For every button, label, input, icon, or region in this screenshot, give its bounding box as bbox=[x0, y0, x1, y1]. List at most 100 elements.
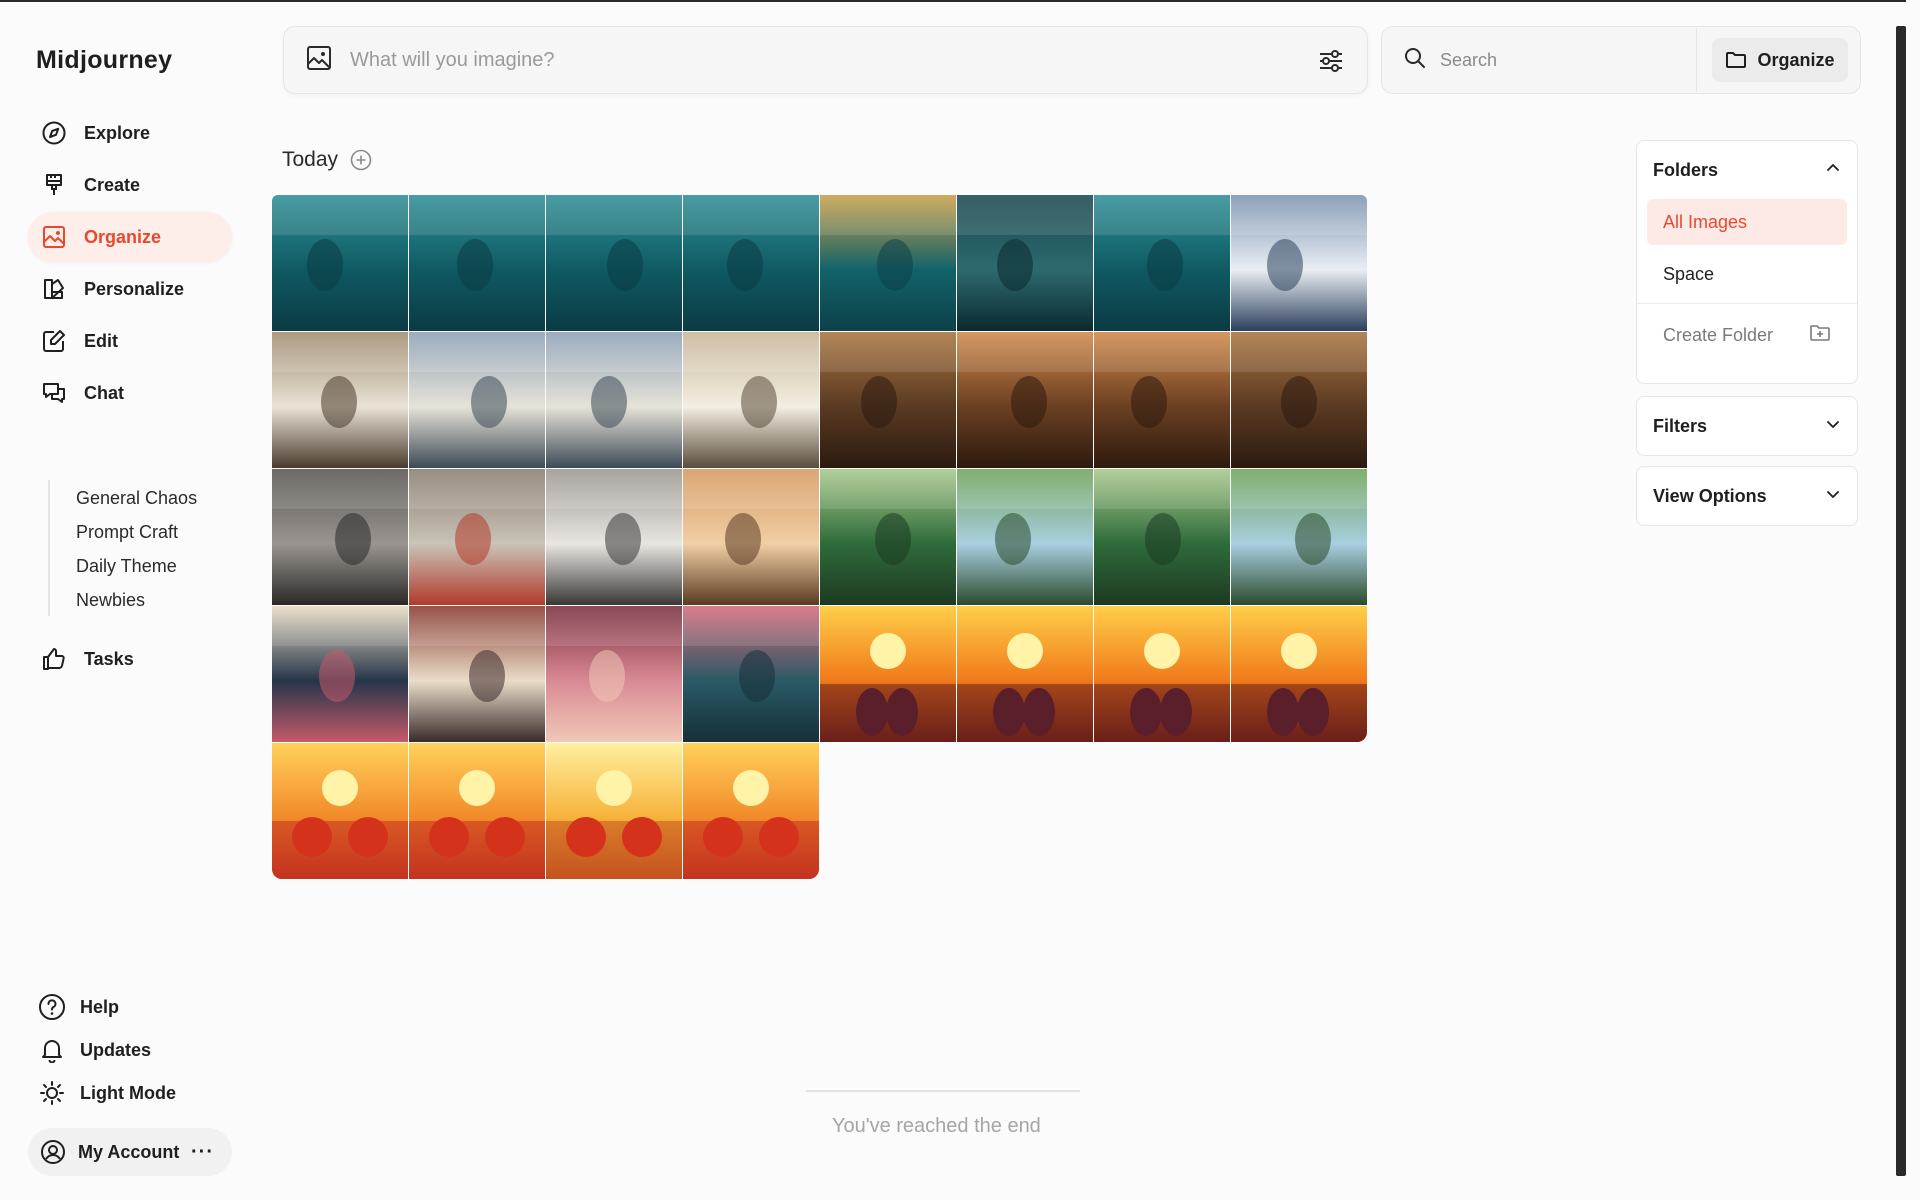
chevron-down-icon[interactable] bbox=[1825, 486, 1841, 507]
nav-updates-label: Updates bbox=[80, 1039, 152, 1060]
gallery-image[interactable] bbox=[272, 469, 408, 605]
view-options-title: View Options bbox=[1653, 485, 1767, 506]
user-circle-icon bbox=[40, 1139, 66, 1165]
chevron-down-icon[interactable] bbox=[1825, 416, 1841, 437]
gallery-image[interactable] bbox=[1231, 606, 1367, 742]
folders-header[interactable]: Folders bbox=[1637, 141, 1857, 199]
nav-create[interactable]: Create bbox=[28, 160, 232, 210]
nav-help[interactable]: Help bbox=[38, 993, 119, 1021]
folder-space[interactable]: Space bbox=[1647, 251, 1847, 297]
gallery-image[interactable] bbox=[546, 606, 682, 742]
settings-sliders-icon[interactable] bbox=[1317, 47, 1345, 75]
nav-updates[interactable]: Updates bbox=[38, 1036, 151, 1064]
folders-panel: Folders All Images Space Create Folder bbox=[1636, 140, 1858, 384]
gallery-image[interactable] bbox=[1231, 195, 1367, 331]
gallery-image[interactable] bbox=[1231, 332, 1367, 468]
folders-title: Folders bbox=[1653, 159, 1719, 180]
nav-explore[interactable]: Explore bbox=[28, 108, 232, 158]
account-label: My Account bbox=[78, 1141, 180, 1162]
chat-room-general-chaos[interactable]: General Chaos bbox=[76, 488, 197, 509]
gallery-image[interactable] bbox=[1094, 606, 1230, 742]
chat-room-prompt-craft[interactable]: Prompt Craft bbox=[76, 522, 178, 543]
gallery-image[interactable] bbox=[820, 469, 956, 605]
nav-personalize[interactable]: Personalize bbox=[28, 264, 232, 314]
palette-icon bbox=[40, 275, 68, 303]
search-bar[interactable]: Search Organize bbox=[1381, 26, 1861, 94]
gallery-image[interactable] bbox=[1094, 469, 1230, 605]
bell-icon bbox=[38, 1036, 66, 1064]
gallery-image[interactable] bbox=[546, 743, 682, 879]
scrollbar-thumb[interactable] bbox=[1896, 26, 1906, 1176]
nav-light-mode-label: Light Mode bbox=[80, 1082, 176, 1103]
search-input[interactable]: Search bbox=[1440, 50, 1497, 71]
scrollbar-track bbox=[1906, 0, 1920, 1200]
create-folder-button[interactable]: Create Folder bbox=[1637, 303, 1857, 367]
prompt-bar[interactable]: What will you imagine? bbox=[283, 26, 1368, 94]
thumbs-up-icon bbox=[40, 645, 68, 673]
gallery-image[interactable] bbox=[1231, 469, 1367, 605]
gallery-image[interactable] bbox=[409, 332, 545, 468]
image-upload-icon[interactable] bbox=[306, 45, 332, 76]
organize-button[interactable]: Organize bbox=[1712, 38, 1848, 82]
chat-room-newbies[interactable]: Newbies bbox=[76, 590, 145, 611]
view-options-header[interactable]: View Options bbox=[1637, 467, 1857, 525]
gallery-image[interactable] bbox=[957, 606, 1093, 742]
folder-all-images[interactable]: All Images bbox=[1647, 199, 1847, 245]
filters-header[interactable]: Filters bbox=[1637, 397, 1857, 455]
nav-create-label: Create bbox=[84, 174, 141, 195]
sun-icon bbox=[38, 1079, 66, 1107]
gallery-image[interactable] bbox=[272, 195, 408, 331]
gallery-image[interactable] bbox=[683, 606, 819, 742]
nav-light-mode[interactable]: Light Mode bbox=[38, 1079, 176, 1107]
nav-organize[interactable]: Organize bbox=[28, 212, 232, 262]
end-divider bbox=[806, 1090, 1080, 1092]
nav-personalize-label: Personalize bbox=[84, 278, 185, 299]
gallery-image[interactable] bbox=[683, 743, 819, 879]
nav-tasks[interactable]: Tasks bbox=[28, 634, 232, 684]
gallery-image[interactable] bbox=[272, 606, 408, 742]
view-options-panel[interactable]: View Options bbox=[1636, 466, 1858, 526]
gallery-image[interactable] bbox=[409, 469, 545, 605]
gallery-image[interactable] bbox=[957, 195, 1093, 331]
folder-plus-icon bbox=[1809, 323, 1831, 348]
gallery-image[interactable] bbox=[820, 332, 956, 468]
end-of-list-message: You've reached the end bbox=[832, 1115, 1041, 1137]
plus-circle-icon[interactable] bbox=[350, 149, 372, 171]
more-options-icon[interactable]: ··· bbox=[191, 1142, 214, 1162]
gallery-image[interactable] bbox=[683, 332, 819, 468]
gallery-image[interactable] bbox=[409, 743, 545, 879]
gallery-image[interactable] bbox=[409, 195, 545, 331]
nav-chat[interactable]: Chat bbox=[28, 368, 232, 418]
account-button[interactable]: My Account ··· bbox=[28, 1128, 232, 1176]
chat-room-daily-theme[interactable]: Daily Theme bbox=[76, 556, 177, 577]
window-top-border bbox=[0, 0, 1920, 2]
organize-button-label: Organize bbox=[1757, 49, 1835, 70]
search-icon bbox=[1404, 47, 1426, 74]
gallery-image[interactable] bbox=[820, 606, 956, 742]
brand-logo[interactable]: Midjourney bbox=[36, 46, 172, 75]
image-frame-icon bbox=[40, 223, 68, 251]
gallery-image[interactable] bbox=[546, 469, 682, 605]
help-circle-icon bbox=[38, 993, 66, 1021]
gallery-image[interactable] bbox=[683, 195, 819, 331]
chevron-up-icon[interactable] bbox=[1825, 160, 1841, 181]
gallery-image[interactable] bbox=[272, 332, 408, 468]
filters-panel[interactable]: Filters bbox=[1636, 396, 1858, 456]
gallery-image[interactable] bbox=[272, 743, 408, 879]
gallery-image[interactable] bbox=[546, 195, 682, 331]
gallery-image[interactable] bbox=[957, 469, 1093, 605]
prompt-input[interactable]: What will you imagine? bbox=[350, 49, 555, 72]
gallery-image[interactable] bbox=[1094, 195, 1230, 331]
gallery-image[interactable] bbox=[820, 195, 956, 331]
gallery-image[interactable] bbox=[683, 469, 819, 605]
gallery-image[interactable] bbox=[957, 332, 1093, 468]
filters-title: Filters bbox=[1653, 415, 1708, 436]
gallery-image[interactable] bbox=[546, 332, 682, 468]
create-folder-label: Create Folder bbox=[1663, 325, 1774, 345]
gallery-image[interactable] bbox=[409, 606, 545, 742]
gallery-image[interactable] bbox=[1094, 332, 1230, 468]
chat-bubbles-icon bbox=[40, 379, 68, 407]
nav-edit[interactable]: Edit bbox=[28, 316, 232, 366]
sidebar: Midjourney Explore Create Organize Perso… bbox=[0, 0, 260, 1200]
search-divider bbox=[1696, 28, 1697, 92]
